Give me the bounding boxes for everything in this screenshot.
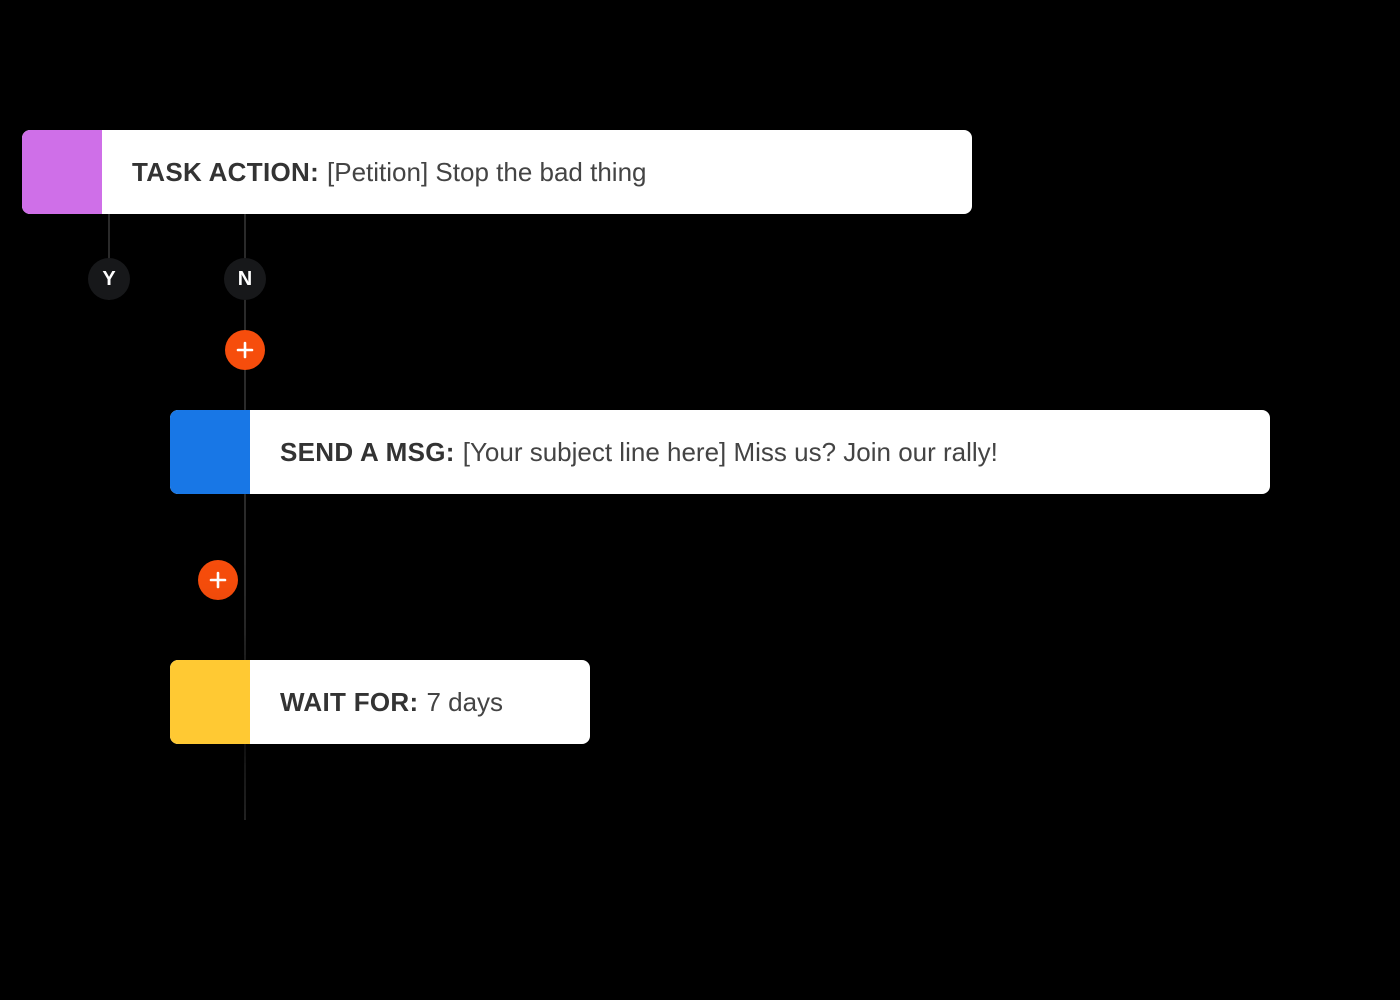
workflow-canvas: TASK ACTION: [Petition] Stop the bad thi… [0, 0, 1400, 1000]
node-body: TASK ACTION: [Petition] Stop the bad thi… [102, 130, 676, 214]
branch-badge-no-text: N [238, 268, 252, 291]
node-label: TASK ACTION: [132, 157, 319, 188]
branch-badge-yes-text: Y [102, 268, 115, 291]
node-stripe-task-action [22, 130, 102, 214]
plus-icon [208, 570, 228, 590]
node-wait-for[interactable]: WAIT FOR: 7 days [170, 660, 590, 744]
add-step-button-2[interactable] [198, 560, 238, 600]
node-value: [Petition] Stop the bad thing [327, 157, 646, 188]
node-label: WAIT FOR: [280, 687, 418, 718]
add-step-button-1[interactable] [225, 330, 265, 370]
node-value: 7 days [426, 687, 503, 718]
node-stripe-wait-for [170, 660, 250, 744]
branch-badge-no[interactable]: N [224, 258, 266, 300]
node-body: SEND A MSG: [Your subject line here] Mis… [250, 410, 1028, 494]
node-send-msg[interactable]: SEND A MSG: [Your subject line here] Mis… [170, 410, 1270, 494]
node-body: WAIT FOR: 7 days [250, 660, 533, 744]
node-value: [Your subject line here] Miss us? Join o… [463, 437, 998, 468]
plus-icon [235, 340, 255, 360]
node-task-action[interactable]: TASK ACTION: [Petition] Stop the bad thi… [22, 130, 972, 214]
node-stripe-send-msg [170, 410, 250, 494]
branch-badge-yes[interactable]: Y [88, 258, 130, 300]
node-label: SEND A MSG: [280, 437, 455, 468]
